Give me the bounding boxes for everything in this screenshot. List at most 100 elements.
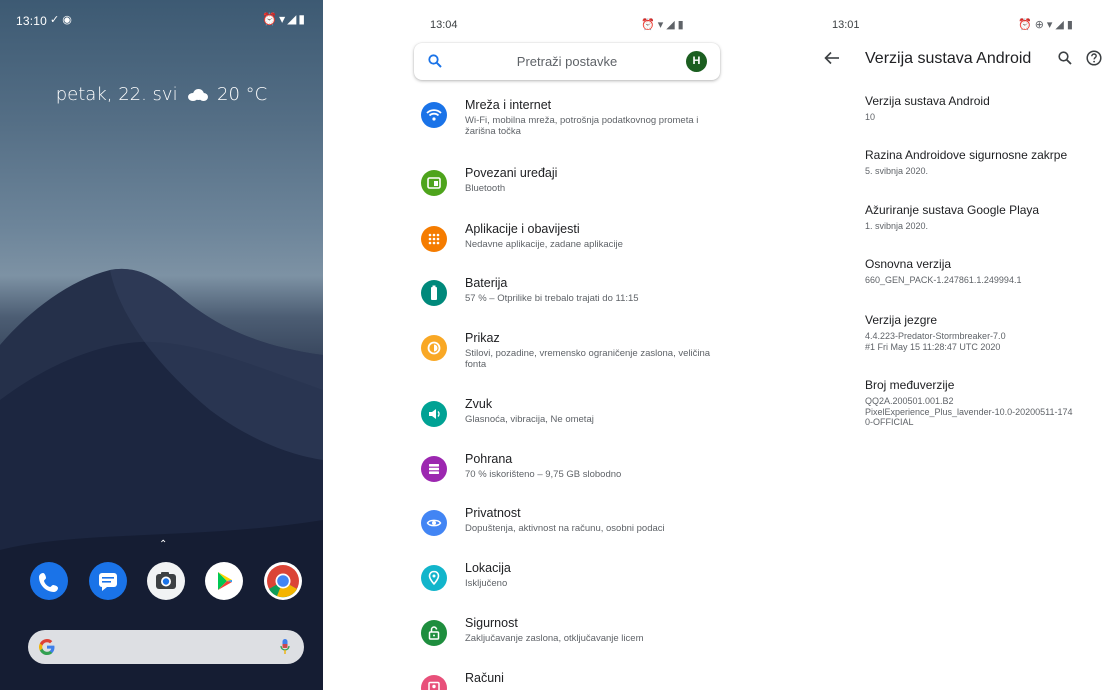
version-info-item[interactable]: Verzija jezgre 4.4.223-Predator-Stormbrea… (865, 313, 1111, 352)
settings-item-title: Povezani uređaji (465, 166, 558, 180)
settings-item-summary: Zaključavanje zaslona, otključavanje lic… (465, 633, 644, 644)
settings-item-devices[interactable]: Povezani uređaji Bluetooth (417, 166, 737, 216)
settings-item-summary: Bluetooth (465, 183, 506, 194)
play-store-icon[interactable] (205, 562, 243, 600)
settings-item-summary: Dopuštenja, aktivnost na računu, osobni … (465, 523, 665, 534)
settings-item-battery[interactable]: Baterija 57 % – Otprilike bi trebalo traj… (417, 276, 737, 326)
version-info-line: #1 Fri May 15 11:28:47 UTC 2020 (865, 341, 1001, 352)
wifi-icon (421, 102, 447, 128)
settings-item-title: Zvuk (465, 397, 493, 411)
settings-item-title: Baterija (465, 276, 508, 290)
cloud-icon (188, 89, 209, 101)
settings-item-summary: Glasnoća, vibracija, Ne ometaj (465, 414, 594, 425)
chevron-up-icon[interactable]: ⌃ (159, 539, 167, 550)
status-bar: 13:10 ✓ ◉ ⏰▾◢▮ (0, 0, 323, 40)
version-info-item[interactable]: Verzija sustava Android 10 (865, 94, 1111, 123)
settings-item-title: Privatnost (465, 506, 521, 520)
settings-item-title: Prikaz (465, 331, 500, 345)
version-info-title: Razina Androidove sigurnosne zakrpe (865, 148, 1068, 162)
search-placeholder: Pretraži postavke (516, 54, 618, 69)
version-info-line: PixelExperience_Plus_lavender-10.0-20200… (865, 406, 1073, 417)
settings-item-summary: 70 % iskorišteno – 9,75 GB slobodno (465, 469, 622, 480)
settings-item-title: Računi (465, 671, 504, 685)
settings-item-display[interactable]: Prikaz Stilovi, pozadine, vremensko ogran… (417, 331, 737, 381)
dune-wallpaper (0, 268, 323, 690)
page-title: Verzija sustava Android (865, 50, 1032, 67)
settings-item-storage[interactable]: Pohrana 70 % iskorišteno – 9,75 GB slobod… (417, 452, 737, 502)
sound-icon (421, 401, 447, 427)
account-avatar[interactable]: H (686, 51, 707, 72)
settings-item-location[interactable]: Lokacija Isključeno (417, 561, 737, 611)
apps-icon (421, 226, 447, 252)
version-info-line: 1. svibnja 2020. (865, 221, 929, 231)
version-info-line: QQ2A.200501.001.B2 (865, 396, 954, 406)
lock-icon (421, 620, 447, 646)
version-info-value: 5. svibnja 2020. (865, 166, 1111, 177)
status-time: 13:04 (430, 19, 458, 31)
version-info-value: 10 (865, 112, 1111, 123)
status-time: 13:01 (832, 19, 860, 31)
settings-item-summary: Stilovi, pozadine, vremensko ograničenje… (465, 348, 711, 370)
privacy-icon (421, 510, 447, 536)
dock (0, 558, 323, 604)
messages-icon[interactable] (89, 562, 127, 600)
version-info-value: 4.4.223-Predator-Stormbreaker-7.0 #1 Fri … (865, 331, 1111, 352)
settings-item-title: Aplikacije i obavijesti (465, 222, 580, 236)
android-version-screen: 13:01 ⏰⊕▾◢▮ Verzija sustava Android Verz… (796, 0, 1111, 690)
date-text: petak, 22. svi (55, 84, 178, 105)
version-info-title: Verzija sustava Android (865, 94, 990, 108)
home-screen: 13:10 ✓ ◉ ⏰▾◢▮ petak, 22. svi 20 °C ⌃ (0, 0, 323, 690)
version-info-title: Broj međuverzije (865, 378, 955, 392)
version-info-value: 660_GEN_PACK-1.247861.1.249994.1 (865, 275, 1111, 286)
version-info-item[interactable]: Ažuriranje sustava Google Playa 1. svibnj… (865, 203, 1111, 232)
settings-item-summary: 57 % – Otprilike bi trebalo trajati do 1… (465, 293, 639, 304)
settings-item-privacy[interactable]: Privatnost Dopuštenja, aktivnost na račun… (417, 506, 737, 556)
google-search-bar[interactable] (28, 630, 304, 664)
version-info-title: Osnovna verzija (865, 257, 952, 271)
version-info-title: Verzija jezgre (865, 313, 938, 327)
version-info-item[interactable]: Razina Androidove sigurnosne zakrpe 5. sv… (865, 148, 1111, 177)
search-icon[interactable] (1058, 51, 1072, 65)
settings-item-sound[interactable]: Zvuk Glasnoća, vibracija, Ne ometaj (417, 397, 737, 447)
version-info-item[interactable]: Osnovna verzija 660_GEN_PACK-1.247861.1.2… (865, 257, 1111, 286)
status-icons: ⏰⊕▾◢▮ (1018, 19, 1076, 31)
devices-icon (421, 170, 447, 196)
help-icon[interactable] (1086, 50, 1102, 66)
settings-item-accounts[interactable]: Računi (417, 671, 737, 690)
settings-screen: 13:04 ⏰▾◢▮ Pretraži postavke H Mreža i i… (395, 0, 740, 690)
settings-item-lock[interactable]: Sigurnost Zaključavanje zaslona, otključa… (417, 616, 737, 666)
settings-item-wifi[interactable]: Mreža i internet Wi-Fi, mobilna mreža, po… (417, 98, 737, 148)
version-info-line: 660_GEN_PACK-1.247861.1.249994.1 (865, 275, 1022, 285)
settings-item-apps[interactable]: Aplikacije i obavijesti Nedavne aplikacij… (417, 222, 737, 272)
status-icons: ⏰▾◢▮ (641, 19, 687, 31)
battery-icon (421, 280, 447, 306)
version-info-line: 5. svibnja 2020. (865, 166, 929, 176)
status-icons: ⏰▾◢▮ (262, 12, 307, 26)
version-info-line: 0-OFFICIAL (865, 417, 914, 427)
settings-item-title: Lokacija (465, 561, 511, 575)
temperature-text: 20 °C (217, 84, 268, 105)
settings-item-title: Mreža i internet (465, 98, 552, 112)
settings-item-title: Pohrana (465, 452, 513, 466)
storage-icon (421, 456, 447, 482)
camera-icon[interactable] (147, 562, 185, 600)
download-icon: ✓ ◉ (50, 14, 72, 26)
version-info-item[interactable]: Broj međuverzije QQ2A.200501.001.B2 PixelE… (865, 378, 1111, 428)
settings-item-title: Sigurnost (465, 616, 518, 630)
version-info-line: 4.4.223-Predator-Stormbreaker-7.0 (865, 331, 1006, 341)
version-info-line: 10 (865, 112, 876, 122)
settings-item-summary: Wi-Fi, mobilna mreža, potrošnja podatkov… (465, 115, 699, 137)
back-arrow-icon[interactable] (824, 51, 840, 65)
accounts-icon (421, 675, 447, 690)
version-info-title: Ažuriranje sustava Google Playa (865, 203, 1040, 217)
phone-icon[interactable] (30, 562, 68, 600)
at-a-glance[interactable]: petak, 22. svi 20 °C (0, 84, 323, 105)
settings-item-summary: Isključeno (465, 578, 508, 589)
microphone-icon[interactable] (280, 639, 290, 655)
status-time: 13:10 (16, 14, 48, 28)
display-icon (421, 335, 447, 361)
settings-search-bar[interactable]: Pretraži postavke H (414, 43, 720, 80)
version-info-value: 1. svibnja 2020. (865, 221, 1111, 232)
location-icon (421, 565, 447, 591)
chrome-icon[interactable] (264, 562, 302, 600)
